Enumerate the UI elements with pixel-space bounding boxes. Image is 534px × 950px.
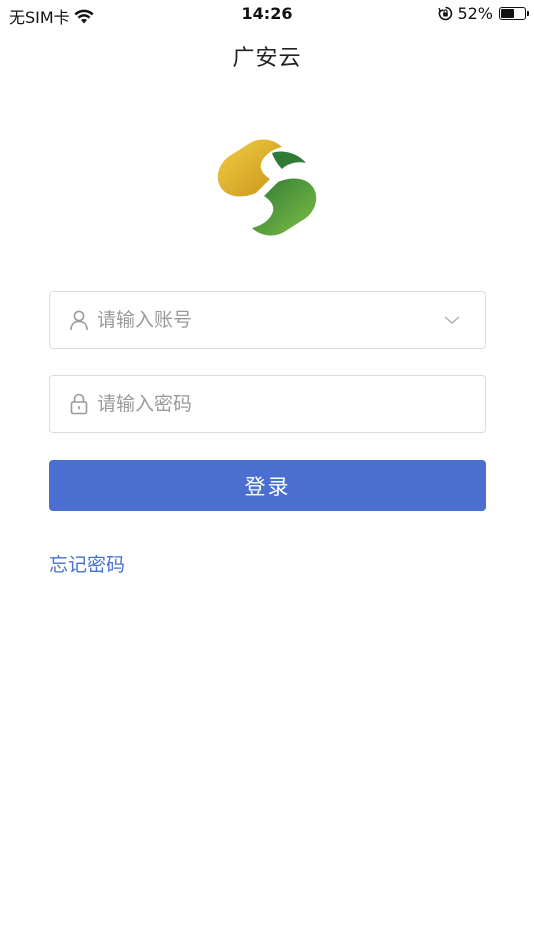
battery-tip — [527, 11, 529, 16]
status-right: 52% — [438, 4, 529, 23]
forgot-password-link[interactable]: 忘记密码 — [49, 550, 125, 577]
battery-percent: 52% — [457, 4, 493, 23]
login-screen: 无SIM卡 14:26 52% 广安云 请输入账号 登录 忘记密码 — [0, 0, 534, 950]
account-field[interactable] — [49, 291, 486, 349]
status-bar: 无SIM卡 14:26 52% — [0, 0, 534, 28]
battery-icon — [499, 7, 529, 20]
page-title: 广安云 — [232, 46, 302, 71]
password-input[interactable] — [97, 384, 485, 424]
user-icon — [70, 310, 88, 331]
account-input[interactable] — [97, 300, 443, 340]
app-logo — [217, 139, 317, 236]
orientation-lock-icon — [438, 6, 453, 21]
chevron-down-icon[interactable] — [443, 314, 461, 326]
password-field[interactable] — [49, 375, 486, 433]
login-button[interactable]: 登录 — [49, 460, 486, 511]
lock-icon — [70, 393, 88, 415]
battery-level — [501, 9, 514, 18]
